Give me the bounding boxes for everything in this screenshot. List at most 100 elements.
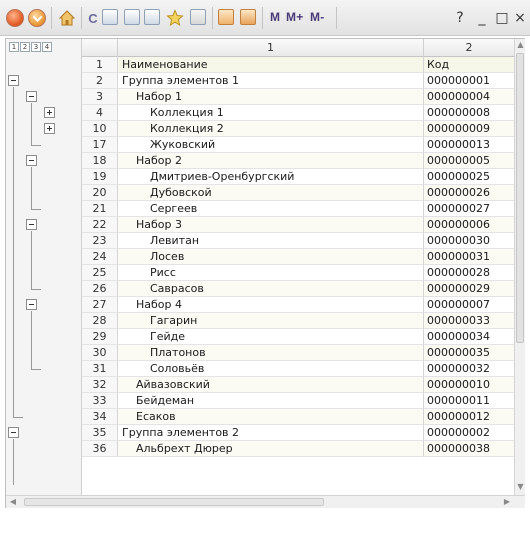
cell-code[interactable]: 000000038	[424, 441, 514, 457]
cell-code[interactable]: 000000002	[424, 425, 514, 441]
table-row[interactable]: 24 Лосев 000000031	[82, 249, 514, 265]
table-row[interactable]: 29 Гейде 000000034	[82, 329, 514, 345]
favorites-button[interactable]	[166, 9, 184, 27]
cell-code[interactable]: 000000025	[424, 169, 514, 185]
scroll-left-icon[interactable]: ◀	[6, 496, 20, 508]
print-button[interactable]	[124, 9, 140, 25]
cell-name[interactable]: Дубовской	[118, 185, 424, 201]
cell-code[interactable]: 000000031	[424, 249, 514, 265]
table-row[interactable]: 2 Группа элементов 1 000000001	[82, 73, 514, 89]
cell-name[interactable]: Саврасов	[118, 281, 424, 297]
help-button[interactable]: ?	[452, 9, 468, 27]
table-row[interactable]: 21 Сергеев 000000027	[82, 201, 514, 217]
cell-code[interactable]: 000000008	[424, 105, 514, 121]
cell-name[interactable]: Рисс	[118, 265, 424, 281]
cell-code[interactable]: 000000030	[424, 233, 514, 249]
horizontal-scroll-thumb[interactable]	[24, 498, 324, 506]
scroll-down-icon[interactable]: ▼	[515, 481, 526, 493]
cell-name[interactable]: Гагарин	[118, 313, 424, 329]
collapse-toggle[interactable]	[26, 155, 37, 166]
cell-code[interactable]: 000000034	[424, 329, 514, 345]
cell-name[interactable]: Коллекция 1	[118, 105, 424, 121]
collapse-toggle[interactable]	[26, 91, 37, 102]
calculator-button[interactable]	[218, 9, 234, 25]
collapse-toggle[interactable]	[8, 427, 19, 438]
cell-code[interactable]: 000000029	[424, 281, 514, 297]
collapse-toggle[interactable]	[26, 219, 37, 230]
cell-code[interactable]: 000000028	[424, 265, 514, 281]
memory-minus-button[interactable]: M-	[310, 10, 324, 24]
save-button[interactable]	[102, 9, 118, 25]
cell-code[interactable]: 000000013	[424, 137, 514, 153]
cell-name[interactable]: Коллекция 2	[118, 121, 424, 137]
table-row[interactable]: 35 Группа элементов 2 000000002	[82, 425, 514, 441]
table-row[interactable]: 17 Жуковский 000000013	[82, 137, 514, 153]
table-row[interactable]: 3 Набор 1 000000004	[82, 89, 514, 105]
scroll-right-icon[interactable]: ▶	[500, 496, 514, 508]
cell-code[interactable]: 000000012	[424, 409, 514, 425]
memory-plus-button[interactable]: M+	[286, 10, 303, 24]
cell-code[interactable]: 000000033	[424, 313, 514, 329]
cell-name[interactable]: Лосев	[118, 249, 424, 265]
cell-code[interactable]: 000000001	[424, 73, 514, 89]
copy-button[interactable]: C	[86, 9, 100, 27]
header-col-1[interactable]: 1	[118, 39, 424, 57]
collapse-toggle[interactable]	[26, 299, 37, 310]
header-col-2[interactable]: 2	[424, 39, 514, 57]
cell-code[interactable]: 000000026	[424, 185, 514, 201]
table-row[interactable]: 18 Набор 2 000000005	[82, 153, 514, 169]
cell-code[interactable]: 000000027	[424, 201, 514, 217]
expand-toggle[interactable]	[44, 123, 55, 134]
vertical-scrollbar[interactable]: ▲ ▼	[514, 39, 525, 495]
cell-name[interactable]: Группа элементов 1	[118, 73, 424, 89]
cell-name[interactable]: Айвазовский	[118, 377, 424, 393]
level-button-1[interactable]: 1	[9, 42, 19, 52]
cell-code[interactable]: 000000010	[424, 377, 514, 393]
cell-name[interactable]: Левитан	[118, 233, 424, 249]
cell-name[interactable]: Набор 2	[118, 153, 424, 169]
table-row[interactable]: 36 Альбрехт Дюрер 000000038	[82, 441, 514, 457]
minimize-button[interactable]: _	[474, 9, 490, 27]
table-row[interactable]: 28 Гагарин 000000033	[82, 313, 514, 329]
table-row[interactable]: 25 Рисс 000000028	[82, 265, 514, 281]
menu-button[interactable]	[28, 9, 46, 27]
table-row[interactable]: 1 Наименование Код	[82, 57, 514, 73]
cell-code[interactable]: 000000011	[424, 393, 514, 409]
home-button[interactable]	[58, 9, 76, 27]
cell-code[interactable]: 000000004	[424, 89, 514, 105]
list-button[interactable]	[190, 9, 206, 25]
level-button-2[interactable]: 2	[20, 42, 30, 52]
table-row[interactable]: 33 Бейдеман 000000011	[82, 393, 514, 409]
cell-code[interactable]: 000000006	[424, 217, 514, 233]
collapse-toggle[interactable]	[8, 75, 19, 86]
table-row[interactable]: 10 Коллекция 2 000000009	[82, 121, 514, 137]
table-row[interactable]: 32 Айвазовский 000000010	[82, 377, 514, 393]
cell-name[interactable]: Бейдеман	[118, 393, 424, 409]
cell-code[interactable]: 000000009	[424, 121, 514, 137]
cell-name[interactable]: Альбрехт Дюрер	[118, 441, 424, 457]
cell-code[interactable]: Код	[424, 57, 514, 73]
preview-button[interactable]	[144, 9, 160, 25]
cell-name[interactable]: Жуковский	[118, 137, 424, 153]
cell-code[interactable]: 000000005	[424, 153, 514, 169]
cell-name[interactable]: Соловьёв	[118, 361, 424, 377]
close-button[interactable]: ×	[512, 9, 528, 27]
cell-name[interactable]: Платонов	[118, 345, 424, 361]
cell-name[interactable]: Группа элементов 2	[118, 425, 424, 441]
cell-name[interactable]: Есаков	[118, 409, 424, 425]
expand-toggle[interactable]	[44, 107, 55, 118]
table-row[interactable]: 4 Коллекция 1 000000008	[82, 105, 514, 121]
table-row[interactable]: 30 Платонов 000000035	[82, 345, 514, 361]
table-row[interactable]: 27 Набор 4 000000007	[82, 297, 514, 313]
cell-code[interactable]: 000000035	[424, 345, 514, 361]
cell-name[interactable]: Набор 1	[118, 89, 424, 105]
table-row[interactable]: 26 Саврасов 000000029	[82, 281, 514, 297]
cell-name[interactable]: Набор 3	[118, 217, 424, 233]
cell-name[interactable]: Гейде	[118, 329, 424, 345]
table-row[interactable]: 22 Набор 3 000000006	[82, 217, 514, 233]
table-row[interactable]: 19 Дмитриев-Оренбургский 000000025	[82, 169, 514, 185]
memory-button[interactable]: M	[270, 10, 280, 24]
table-row[interactable]: 23 Левитан 000000030	[82, 233, 514, 249]
calendar-button[interactable]	[240, 9, 256, 25]
table-row[interactable]: 34 Есаков 000000012	[82, 409, 514, 425]
